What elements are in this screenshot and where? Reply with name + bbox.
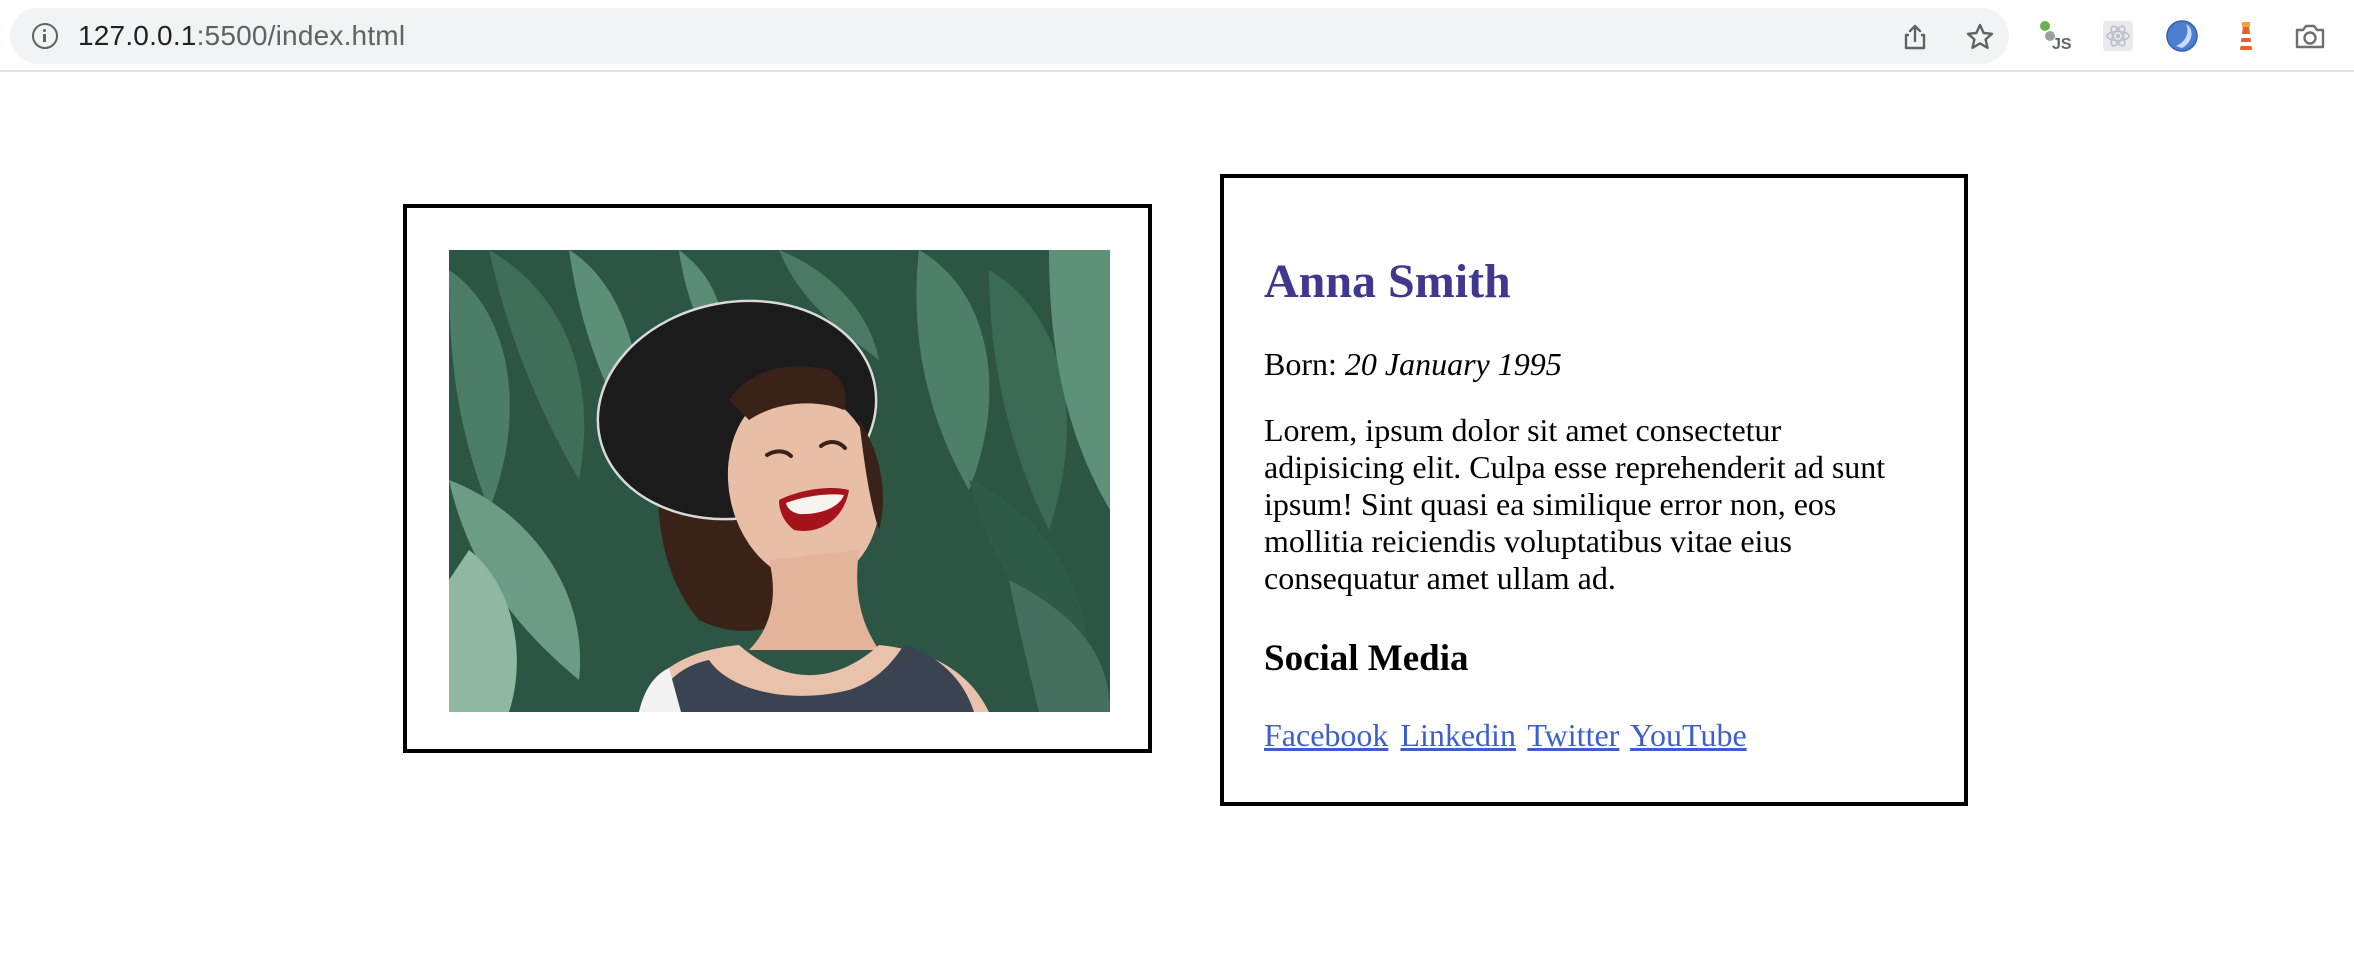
- svg-text:JS: JS: [2052, 36, 2072, 53]
- url-path: :5500/index.html: [196, 20, 406, 51]
- photo-card: [403, 204, 1152, 753]
- camera-extension-icon[interactable]: [2292, 18, 2328, 54]
- youtube-link[interactable]: YouTube: [1630, 717, 1747, 753]
- social-links: Facebook Linkedin Twitter YouTube: [1264, 717, 1924, 753]
- js-extension-icon[interactable]: JS: [2036, 18, 2072, 54]
- profile-photo-illustration: [449, 250, 1110, 712]
- social-media-heading: Social Media: [1264, 637, 1469, 679]
- profile-photo: [449, 250, 1110, 712]
- bio-text: Lorem, ipsum dolor sit amet consectetur …: [1264, 411, 1886, 596]
- react-extension-icon[interactable]: [2100, 18, 2136, 54]
- url-text[interactable]: 127.0.0.1:5500/index.html: [78, 8, 405, 64]
- bookmark-star-icon[interactable]: [1965, 22, 1995, 52]
- lighthouse-extension-icon[interactable]: [2228, 18, 2264, 54]
- share-icon[interactable]: [1901, 23, 1929, 51]
- born-label: Born:: [1264, 345, 1345, 382]
- browser-toolbar: 127.0.0.1:5500/index.html JS: [0, 0, 2354, 72]
- profile-name: Anna Smith: [1264, 255, 1511, 308]
- info-icon[interactable]: [32, 23, 58, 49]
- born-line: Born: 20 January 1995: [1264, 345, 1924, 382]
- linkedin-link[interactable]: Linkedin: [1400, 717, 1516, 753]
- address-bar[interactable]: 127.0.0.1:5500/index.html: [10, 8, 2009, 64]
- blue-extension-icon[interactable]: [2164, 18, 2200, 54]
- url-host: 127.0.0.1: [78, 20, 197, 51]
- born-date: 20 January 1995: [1344, 345, 1562, 382]
- facebook-link[interactable]: Facebook: [1264, 717, 1388, 753]
- twitter-link[interactable]: Twitter: [1527, 717, 1619, 753]
- profile-info-card: Anna Smith Born: 20 January 1995 Lorem, …: [1220, 174, 1968, 806]
